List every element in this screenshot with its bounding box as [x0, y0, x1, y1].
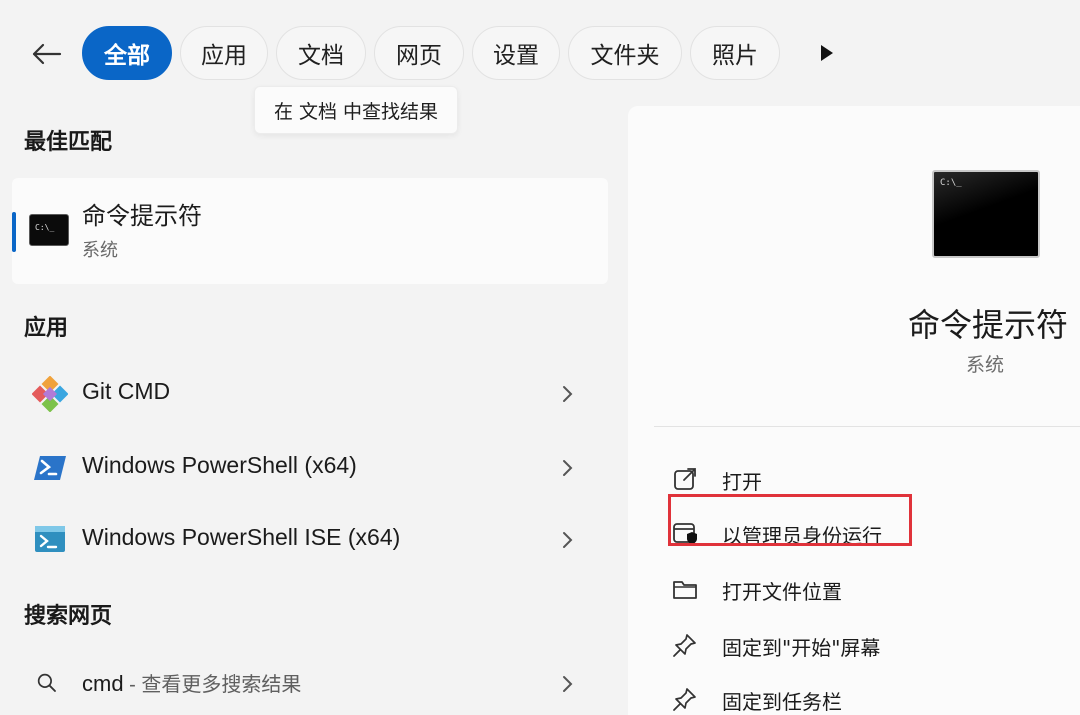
action-open-file-location[interactable]: 打开文件位置 [660, 566, 1080, 612]
web-search-heading: 搜索网页 [24, 604, 113, 629]
filter-tab-apps[interactable]: 应用 [180, 26, 268, 80]
web-search-suffix: - 查看更多搜索结果 [123, 674, 302, 696]
filter-tab-folders[interactable]: 文件夹 [568, 26, 682, 80]
apps-heading: 应用 [24, 316, 69, 341]
filter-tab-web[interactable]: 网页 [374, 26, 464, 80]
play-right-icon [821, 45, 833, 61]
search-icon [37, 673, 56, 692]
back-arrow-icon [32, 43, 62, 65]
app-result-label: Windows PowerShell ISE (x64) [82, 524, 401, 550]
action-label: 打开 [722, 470, 762, 494]
divider [654, 426, 1080, 427]
app-result-git-cmd[interactable]: Git CMD [12, 362, 608, 426]
filter-tab-label: 设置 [493, 43, 539, 69]
best-match-subtitle: 系统 [82, 240, 118, 261]
filter-tooltip: 在 文档 中查找结果 [254, 86, 458, 134]
command-prompt-large-icon: C:\_ [932, 170, 1040, 258]
folder-icon [673, 581, 697, 599]
filter-tab-documents[interactable]: 文档 [276, 26, 366, 80]
pin-icon [673, 634, 696, 657]
command-prompt-icon: C:\_ [29, 214, 69, 246]
command-prompt-icon-text: C:\_ [35, 223, 55, 232]
more-filters-button[interactable] [812, 38, 842, 68]
best-match-result[interactable] [12, 178, 608, 284]
web-search-result[interactable]: cmd - 查看更多搜索结果 [12, 652, 608, 715]
best-match-title: 命令提示符 [82, 202, 202, 230]
chevron-right-icon[interactable] [560, 672, 576, 696]
back-button[interactable] [26, 34, 66, 74]
filter-tab-label: 全部 [104, 43, 150, 69]
app-result-powershell[interactable]: Windows PowerShell (x64) [12, 436, 608, 500]
filter-tab-label: 照片 [712, 43, 758, 69]
filter-tab-label: 文件夹 [590, 43, 660, 69]
filter-tab-label: 网页 [396, 43, 442, 69]
chevron-right-icon[interactable] [560, 456, 576, 480]
filter-tab-all[interactable]: 全部 [82, 26, 172, 80]
pin-icon [673, 688, 696, 711]
git-icon [32, 376, 68, 412]
open-external-icon [674, 468, 696, 490]
powershell-ise-icon [35, 526, 65, 552]
filter-tab-photos[interactable]: 照片 [690, 26, 780, 80]
tooltip-text: 在 文档 中查找结果 [273, 100, 439, 123]
action-pin-to-taskbar[interactable]: 固定到任务栏 [660, 676, 1080, 715]
web-search-query: cmd [82, 671, 124, 696]
detail-subtitle: 系统 [966, 354, 1005, 376]
filter-tab-settings[interactable]: 设置 [472, 26, 560, 80]
command-prompt-large-icon-text: C:\_ [940, 178, 962, 188]
action-label: 打开文件位置 [722, 580, 842, 604]
web-search-label: cmd - 查看更多搜索结果 [82, 668, 301, 697]
detail-title: 命令提示符 [908, 306, 1069, 344]
search-filter-bar: 全部 应用 文档 网页 设置 文件夹 照片 [0, 0, 1080, 106]
chevron-right-icon[interactable] [560, 382, 576, 406]
filter-tab-label: 应用 [201, 43, 247, 69]
filter-tab-label: 文档 [298, 43, 344, 69]
selection-indicator [12, 212, 16, 252]
chevron-right-icon[interactable] [560, 528, 576, 552]
app-result-label: Git CMD [82, 378, 171, 404]
app-result-powershell-ise[interactable]: Windows PowerShell ISE (x64) [12, 508, 608, 572]
action-label: 固定到任务栏 [722, 690, 842, 714]
app-result-label: Windows PowerShell (x64) [82, 452, 357, 478]
best-match-heading: 最佳匹配 [24, 130, 113, 155]
action-label: 固定到"开始"屏幕 [722, 636, 881, 660]
highlight-annotation-box [668, 494, 912, 546]
action-pin-to-start[interactable]: 固定到"开始"屏幕 [660, 622, 1080, 668]
powershell-icon [34, 456, 66, 480]
